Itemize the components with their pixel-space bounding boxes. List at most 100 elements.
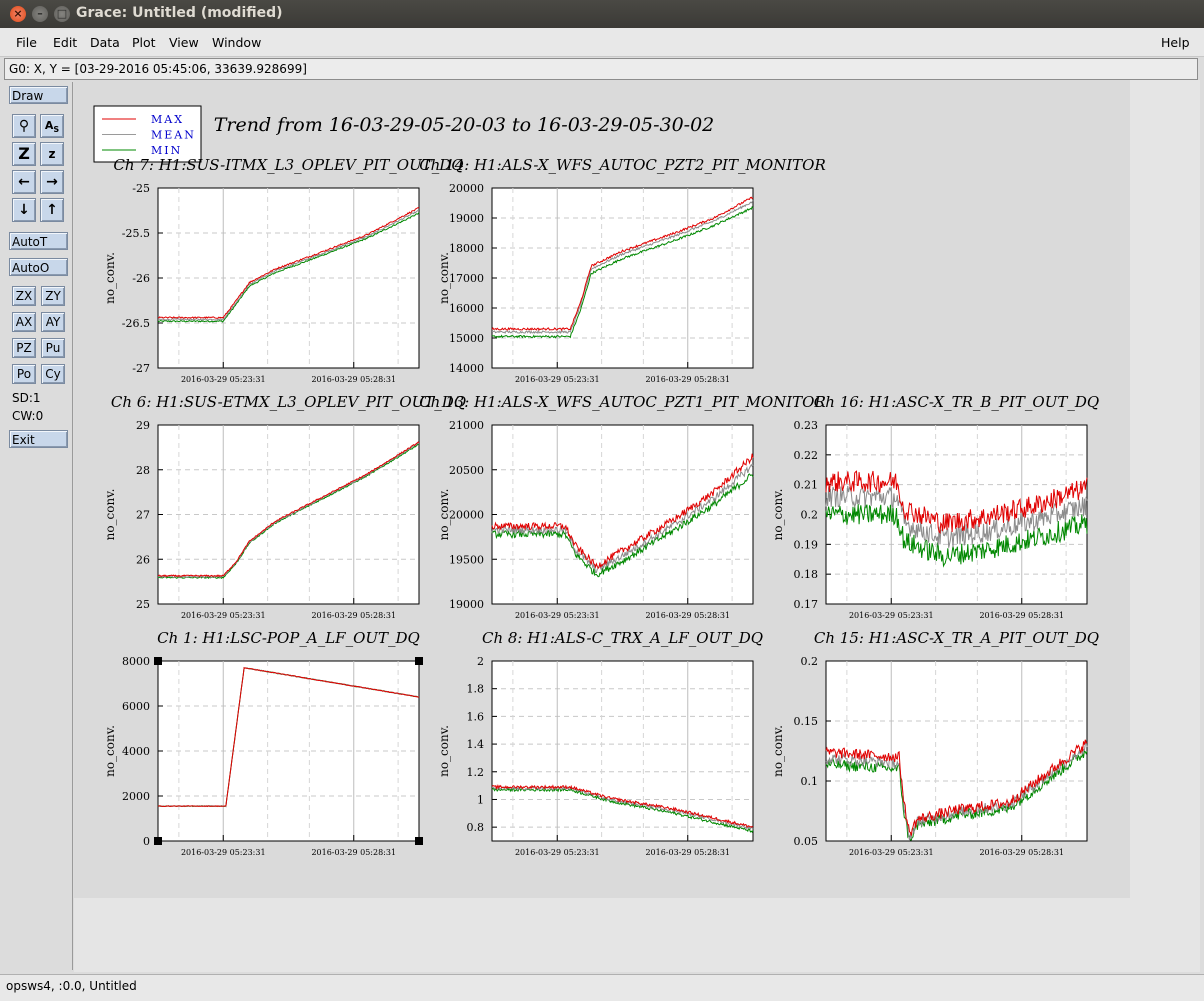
y-tick-label: 15000 xyxy=(449,332,484,345)
zoom-out-icon[interactable]: z xyxy=(40,142,64,166)
menu-plot[interactable]: Plot xyxy=(132,35,156,50)
y-tick-label: 4000 xyxy=(122,745,150,758)
y-tick-label: 25 xyxy=(136,598,150,611)
autoscale-text-icon[interactable]: AS xyxy=(40,114,64,138)
y-axis-label: no_conv. xyxy=(437,725,451,777)
draw-button[interactable]: Draw xyxy=(9,86,68,104)
x-tick-label: 2016-03-29 05:28:31 xyxy=(979,848,1064,857)
x-tick-label: 2016-03-29 05:23:31 xyxy=(515,611,600,620)
plot-canvas[interactable]: Trend from 16-03-29-05-20-03 to 16-03-29… xyxy=(74,80,1200,972)
graph-title: Ch 14: H1:ALS-X_WFS_AUTOC_PZT2_PIT_MONIT… xyxy=(419,156,826,174)
y-axis-label: no_conv. xyxy=(103,725,117,777)
x-tick-label: 2016-03-29 05:23:31 xyxy=(849,848,934,857)
x-tick-label: 2016-03-29 05:23:31 xyxy=(515,848,600,857)
menu-edit[interactable]: Edit xyxy=(53,35,77,50)
y-tick-label: -26.5 xyxy=(122,317,150,330)
menubar: File Edit Data Plot View Window Help xyxy=(0,28,1204,57)
sd-label: SD:1 xyxy=(12,391,41,405)
y-axis-label: no_conv. xyxy=(103,252,117,304)
minimize-window-button[interactable]: – xyxy=(32,6,48,22)
y-tick-label: 0.18 xyxy=(794,568,819,581)
maximize-window-button[interactable]: □ xyxy=(54,6,70,22)
selection-handle xyxy=(415,837,423,845)
cw-label: CW:0 xyxy=(12,409,44,423)
y-tick-label: -27 xyxy=(132,362,150,375)
y-tick-label: 1.4 xyxy=(467,738,485,751)
x-tick-label: 2016-03-29 05:28:31 xyxy=(311,375,396,384)
y-tick-label: 0.21 xyxy=(794,479,819,492)
plot-title: Trend from 16-03-29-05-20-03 to 16-03-29… xyxy=(214,114,715,136)
locator-bar: G0: X, Y = [03-29-2016 05:45:06, 33639.9… xyxy=(4,58,1198,80)
zoom-in-icon[interactable]: Z xyxy=(12,142,36,166)
scroll-right-icon[interactable]: → xyxy=(40,170,64,194)
autoo-button[interactable]: AutoO xyxy=(9,258,68,276)
canvas-area[interactable]: Trend from 16-03-29-05-20-03 to 16-03-29… xyxy=(74,80,1200,972)
y-tick-label: 14000 xyxy=(449,362,484,375)
status-text: opsws4, :0.0, Untitled xyxy=(6,979,137,993)
graph-title: Ch 15: H1:ASC-X_TR_A_PIT_OUT_DQ xyxy=(814,629,1099,647)
y-tick-label: 1.6 xyxy=(467,710,485,723)
x-tick-label: 2016-03-29 05:23:31 xyxy=(515,375,600,384)
scroll-left-icon[interactable]: ← xyxy=(12,170,36,194)
y-tick-label: 26 xyxy=(136,553,150,566)
ay-button[interactable]: AY xyxy=(41,312,65,332)
y-tick-label: 0.15 xyxy=(794,715,819,728)
menu-view[interactable]: View xyxy=(169,35,199,50)
y-tick-label: 29 xyxy=(136,419,150,432)
legend-label-max: MAX xyxy=(151,113,184,126)
y-tick-label: 0.19 xyxy=(794,538,819,551)
selection-handle xyxy=(154,657,162,665)
menu-window[interactable]: Window xyxy=(212,35,261,50)
cy-button[interactable]: Cy xyxy=(41,364,65,384)
y-tick-label: 19000 xyxy=(449,598,484,611)
y-tick-label: 2 xyxy=(477,655,484,668)
y-tick-label: 0.23 xyxy=(794,419,819,432)
y-axis-label: no_conv. xyxy=(437,252,451,304)
y-tick-label: 0 xyxy=(143,835,150,848)
y-axis-label: no_conv. xyxy=(771,489,785,541)
y-tick-label: -26 xyxy=(132,272,150,285)
zx-button[interactable]: ZX xyxy=(12,286,36,306)
pu-button[interactable]: Pu xyxy=(41,338,65,358)
y-tick-label: 0.17 xyxy=(794,598,819,611)
y-tick-label: 18000 xyxy=(449,242,484,255)
y-tick-label: 0.05 xyxy=(794,835,819,848)
y-axis-label: no_conv. xyxy=(103,489,117,541)
y-axis-label: no_conv. xyxy=(771,725,785,777)
pz-button[interactable]: PZ xyxy=(12,338,36,358)
x-tick-label: 2016-03-29 05:23:31 xyxy=(181,848,266,857)
zy-button[interactable]: ZY xyxy=(41,286,65,306)
y-tick-label: 19000 xyxy=(449,212,484,225)
scroll-down-icon[interactable]: ↓ xyxy=(12,198,36,222)
exit-button[interactable]: Exit xyxy=(9,430,68,448)
y-tick-label: -25 xyxy=(132,182,150,195)
y-tick-label: 27 xyxy=(136,509,150,522)
y-tick-label: 16000 xyxy=(449,302,484,315)
x-tick-label: 2016-03-29 05:28:31 xyxy=(645,375,730,384)
y-tick-label: 0.2 xyxy=(801,655,819,668)
autot-button[interactable]: AutoT xyxy=(9,232,68,250)
zoom-icon[interactable]: ⚲ xyxy=(12,114,36,138)
status-bar: opsws4, :0.0, Untitled xyxy=(0,974,1204,1001)
menu-file[interactable]: File xyxy=(16,35,37,50)
y-tick-label: 28 xyxy=(136,464,150,477)
x-tick-label: 2016-03-29 05:23:31 xyxy=(181,375,266,384)
y-tick-label: 20500 xyxy=(449,464,484,477)
ax-button[interactable]: AX xyxy=(12,312,36,332)
menu-help[interactable]: Help xyxy=(1161,35,1190,50)
menu-data[interactable]: Data xyxy=(90,35,120,50)
graph-title: Ch 16: H1:ASC-X_TR_B_PIT_OUT_DQ xyxy=(814,393,1099,411)
y-tick-label: 1.2 xyxy=(467,766,485,779)
graph-title: Ch 7: H1:SUS-ITMX_L3_OPLEV_PIT_OUT_DQ xyxy=(113,156,463,174)
y-tick-label: 20000 xyxy=(449,182,484,195)
graph-title: Ch 8: H1:ALS-C_TRX_A_LF_OUT_DQ xyxy=(482,629,763,647)
x-tick-label: 2016-03-29 05:28:31 xyxy=(645,848,730,857)
y-tick-label: 0.2 xyxy=(801,509,819,522)
locator-text: G0: X, Y = [03-29-2016 05:45:06, 33639.9… xyxy=(9,62,307,76)
po-button[interactable]: Po xyxy=(12,364,36,384)
y-tick-label: 2000 xyxy=(122,790,150,803)
close-window-button[interactable]: × xyxy=(10,6,26,22)
scroll-up-icon[interactable]: ↑ xyxy=(40,198,64,222)
legend-label-mean: MEAN xyxy=(151,129,196,142)
tool-panel: Draw ⚲ AS Z z ← → ↓ ↑ AutoT AutoO ZX ZY … xyxy=(4,82,73,970)
